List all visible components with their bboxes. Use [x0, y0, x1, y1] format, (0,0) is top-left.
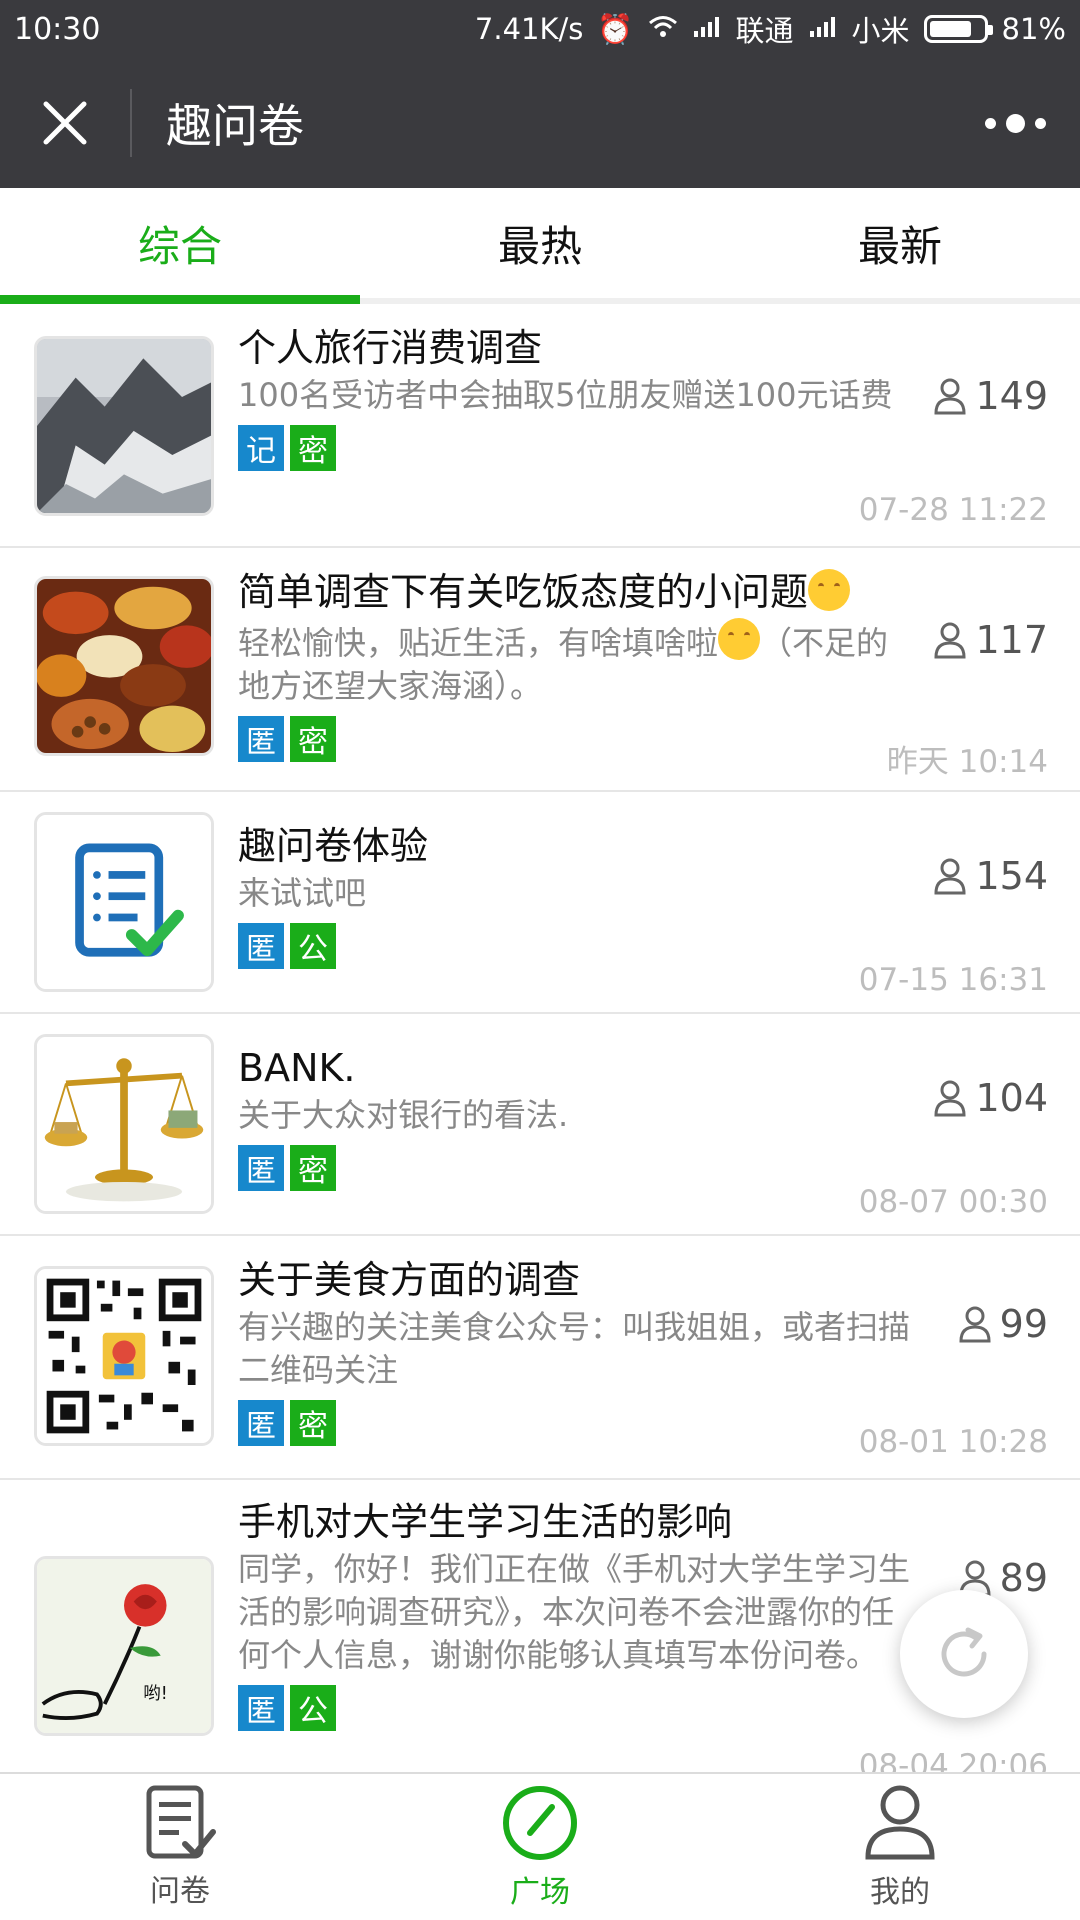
participant-count: 154 — [933, 854, 1048, 898]
bottom-nav-label: 广场 — [510, 1875, 570, 1910]
tag-record: 记 — [238, 425, 284, 471]
survey-description-text: 轻松愉快，贴近生活，有啥填啥啦 — [238, 624, 719, 662]
survey-item[interactable]: 趣问卷体验 来试试吧 匿 公 154 07-15 16:31 — [0, 792, 1080, 1014]
bottom-nav-label: 问卷 — [150, 1874, 210, 1909]
rose-drawing: 哟! — [34, 1556, 214, 1736]
tag-private: 密 — [290, 1145, 336, 1191]
tab-hottest[interactable]: 最热 — [360, 188, 720, 298]
participant-count: 104 — [933, 1076, 1048, 1120]
survey-title-text: 简单调查下有关吃饭态度的小问题 — [238, 570, 809, 614]
battery-icon — [923, 15, 993, 43]
person-icon — [934, 1080, 966, 1117]
survey-date: 07-15 16:31 — [858, 962, 1048, 998]
survey-date: 08-04 20:06 — [858, 1748, 1048, 1772]
close-icon — [43, 101, 87, 145]
scale-image — [34, 1034, 214, 1214]
count-value: 154 — [975, 854, 1048, 898]
more-icon-dot — [1034, 117, 1046, 129]
wifi-icon — [648, 12, 678, 46]
person-icon — [934, 378, 966, 415]
tab-bar: 综合 最热 最新 — [0, 188, 1080, 304]
bottom-nav-label: 我的 — [870, 1875, 930, 1910]
survey-description: 来试试吧 — [238, 874, 367, 912]
tag-anonymous: 匿 — [238, 716, 284, 762]
tag-private: 密 — [290, 425, 336, 471]
survey-description: 同学，你好！我们正在做《手机对大学生学习生活的影响调查研究》，本次问卷不会泄露你… — [238, 1550, 911, 1674]
survey-title: 个人旅行消费调查 — [238, 326, 543, 370]
page-title: 趣问卷 — [166, 99, 304, 153]
qr-code-image — [34, 1266, 214, 1446]
signal-icon — [692, 12, 722, 46]
survey-title: 简单调查下有关吃饭态度的小问题 — [238, 568, 920, 616]
smile-emoji-icon — [808, 569, 851, 611]
count-value: 99 — [999, 1302, 1048, 1346]
survey-title: 关于美食方面的调查 — [238, 1258, 581, 1302]
refresh-button[interactable] — [900, 1590, 1028, 1718]
tag-public: 公 — [290, 923, 336, 969]
tag-anonymous: 匿 — [238, 1400, 284, 1446]
survey-list: 个人旅行消费调查 100名受访者中会抽取5位朋友赠送100元话费 记 密 149… — [0, 304, 1080, 1772]
survey-description: 关于大众对银行的看法. — [238, 1096, 569, 1134]
bottom-nav-mine[interactable]: 我的 — [720, 1774, 1080, 1920]
compass-icon — [503, 1786, 577, 1860]
bottom-nav-square[interactable]: 广场 — [360, 1774, 720, 1920]
tag-anonymous: 匿 — [238, 1145, 284, 1191]
person-icon — [959, 1306, 991, 1343]
more-button[interactable] — [950, 58, 1080, 188]
survey-item[interactable]: 个人旅行消费调查 100名受访者中会抽取5位朋友赠送100元话费 记 密 149… — [0, 304, 1080, 548]
carrier-2: 小米 — [851, 14, 910, 48]
count-value: 149 — [975, 374, 1048, 418]
participant-count: 117 — [933, 618, 1048, 662]
survey-title: 手机对大学生学习生活的影响 — [238, 1500, 733, 1544]
survey-title: 趣问卷体验 — [238, 824, 429, 868]
survey-date: 08-07 00:30 — [858, 1184, 1048, 1220]
questionnaire-logo — [34, 812, 214, 992]
close-button[interactable] — [0, 58, 130, 188]
tag-anonymous: 匿 — [238, 923, 284, 969]
bottom-nav: 问卷 广场 我的 — [0, 1772, 1080, 1920]
count-value: 89 — [999, 1556, 1048, 1600]
more-icon — [984, 117, 996, 129]
tag-private: 密 — [290, 716, 336, 762]
tag-anonymous: 匿 — [238, 1685, 284, 1731]
survey-title: BANK. — [238, 1046, 356, 1090]
survey-description: 有兴趣的关注美食公众号：叫我姐姐，或者扫描二维码关注 — [238, 1308, 911, 1389]
more-icon-dot — [1005, 113, 1025, 133]
survey-date: 07-28 11:22 — [858, 492, 1048, 528]
bottom-nav-questionnaire[interactable]: 问卷 — [0, 1774, 360, 1920]
food-image — [34, 576, 214, 756]
tag-private: 密 — [290, 1400, 336, 1446]
survey-description: 100名受访者中会抽取5位朋友赠送100元话费 — [238, 376, 893, 414]
survey-date: 昨天 10:14 — [886, 744, 1048, 780]
network-speed: 7.41K/s — [474, 12, 584, 46]
nav-bar: 趣问卷 — [0, 58, 1080, 188]
count-value: 104 — [975, 1076, 1048, 1120]
survey-item[interactable]: 关于美食方面的调查 有兴趣的关注美食公众号：叫我姐姐，或者扫描二维码关注 匿 密… — [0, 1236, 1080, 1480]
survey-item[interactable]: 简单调查下有关吃饭态度的小问题 轻松愉快，贴近生活，有啥填啥啦 （不足的地方还望大… — [0, 548, 1080, 792]
tongue-emoji-icon — [718, 618, 761, 660]
tab-newest[interactable]: 最新 — [720, 188, 1080, 298]
person-icon — [934, 622, 966, 659]
battery-percent: 81% — [1001, 12, 1066, 46]
alarm-icon: ⏰ — [597, 11, 634, 46]
participant-count: 149 — [933, 374, 1048, 418]
carrier-1: 联通 — [735, 14, 794, 48]
svg-text:哟!: 哟! — [143, 1684, 167, 1704]
status-bar: 10:30 7.41K/s ⏰ 联通 小米 81% — [0, 0, 1080, 58]
mountain-image — [34, 336, 214, 516]
questionnaire-icon — [146, 1785, 216, 1859]
count-value: 117 — [975, 618, 1048, 662]
user-icon — [865, 1785, 935, 1860]
signal-icon — [808, 12, 838, 46]
nav-divider — [130, 89, 132, 157]
survey-description: 轻松愉快，贴近生活，有啥填啥啦 （不足的地方还望大家海涵）。 — [238, 618, 920, 708]
tab-overall[interactable]: 综合 — [0, 188, 360, 304]
person-icon — [934, 858, 966, 895]
refresh-icon — [941, 1627, 987, 1677]
participant-count: 99 — [958, 1302, 1048, 1346]
survey-date: 08-01 10:28 — [858, 1424, 1048, 1460]
survey-item[interactable]: BANK. 关于大众对银行的看法. 匿 密 104 08-07 00:30 — [0, 1014, 1080, 1236]
status-time: 10:30 — [14, 11, 101, 47]
tag-public: 公 — [290, 1685, 336, 1731]
